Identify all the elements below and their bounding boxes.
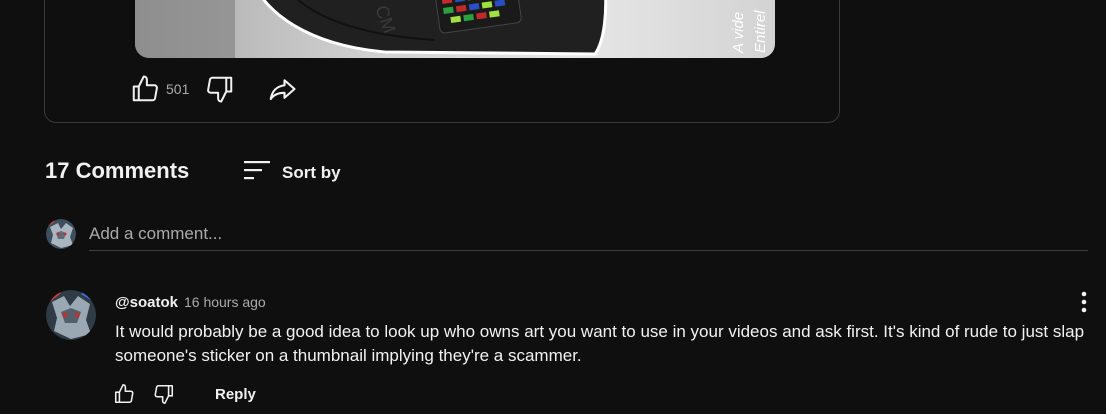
add-comment-input[interactable] [89,218,1088,251]
comment-author[interactable]: @soatok [115,294,178,311]
comment-text: It would probably be a good idea to look… [115,322,1085,365]
sort-by-label: Sort by [282,162,341,182]
thumbnail-artwork: CM [135,0,608,58]
share-icon[interactable] [267,74,297,104]
thumbs-up-icon[interactable] [130,74,160,104]
post-action-row: 501 [130,74,297,104]
thumbnail-caption-line-2: Entirel [752,10,769,53]
comment-meta: @soatok 16 hours ago [115,294,266,311]
user-avatar [46,219,76,249]
page: CM A vide Entirel 501 17 Comments Sort b… [0,0,1106,414]
reply-button[interactable]: Reply [215,386,256,403]
sort-icon [242,158,272,187]
comments-count: 17 Comments [45,158,190,183]
comment-timestamp[interactable]: 16 hours ago [184,294,266,310]
thumbs-down-icon[interactable] [205,74,235,104]
more-options-icon[interactable] [1076,289,1092,315]
sort-by-button[interactable]: Sort by [242,158,341,187]
comment-author-avatar[interactable] [46,290,96,340]
comment-thumbs-up-icon[interactable] [113,383,135,405]
comment-thumbs-down-icon[interactable] [153,383,175,405]
comments-header: 17 Comments [45,158,189,184]
thumbnail-caption-line-1: A vide [730,11,747,53]
comment-actions: Reply [113,383,256,405]
video-thumbnail[interactable]: CM [135,0,775,58]
like-count: 501 [166,81,190,97]
